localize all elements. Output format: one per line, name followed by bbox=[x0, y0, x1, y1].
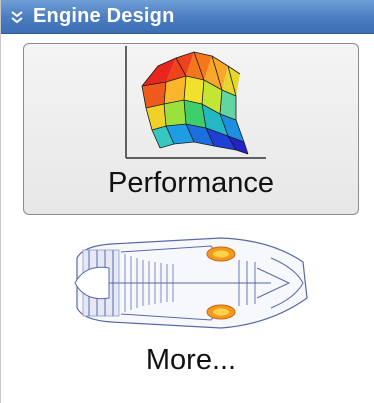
surface-plot-icon bbox=[125, 46, 266, 159]
more-button[interactable]: More... bbox=[61, 228, 329, 388]
turbofan-engine-icon bbox=[74, 237, 308, 329]
double-chevron-down-icon[interactable] bbox=[5, 0, 29, 34]
panel-header[interactable]: Engine Design bbox=[1, 0, 374, 34]
panel-title: Engine Design bbox=[33, 5, 175, 27]
performance-button[interactable]: Performance bbox=[23, 43, 359, 215]
more-label: More... bbox=[145, 344, 237, 376]
engine-design-panel: Engine Design Performance More... bbox=[0, 0, 374, 403]
performance-label: Performance bbox=[107, 167, 274, 199]
